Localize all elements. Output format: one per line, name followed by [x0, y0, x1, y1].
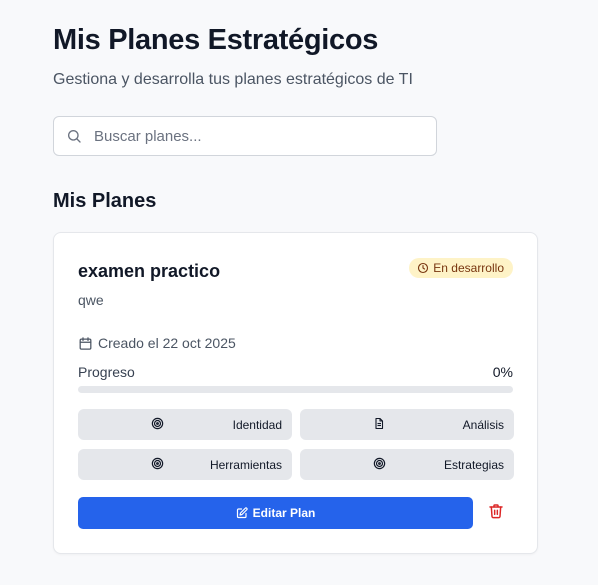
- delete-plan-button[interactable]: [488, 503, 508, 523]
- module-button-identidad[interactable]: Identidad: [78, 409, 292, 440]
- section-title: Mis Planes: [53, 190, 157, 212]
- target-icon: [151, 417, 164, 430]
- status-label: En desarrollo: [433, 261, 504, 275]
- status-badge: En desarrollo: [409, 258, 513, 278]
- page-title: Mis Planes Estratégicos: [53, 24, 379, 56]
- calendar-icon: [79, 336, 92, 350]
- progress-value: 0%: [492, 364, 513, 380]
- progress-label: Progreso: [78, 364, 135, 380]
- progress-bar: [78, 386, 513, 393]
- created-label: Creado el 22 oct 2025: [98, 335, 236, 351]
- plan-name: examen practico: [78, 261, 221, 281]
- created-date: Creado el 22 oct 2025: [78, 335, 236, 351]
- target-icon: [151, 457, 164, 470]
- search-box[interactable]: [53, 116, 437, 156]
- page-subtitle: Gestiona y desarrolla tus planes estraté…: [53, 71, 413, 88]
- search-icon: [68, 130, 81, 143]
- module-label: Estrategias: [443, 458, 504, 472]
- module-button-herramientas[interactable]: Herramientas: [78, 449, 292, 480]
- document-icon: [375, 417, 384, 430]
- edit-icon: [236, 507, 248, 519]
- edit-plan-label: Editar Plan: [252, 506, 316, 520]
- plan-card: examen practico En desarrollo qwe Creado…: [53, 232, 538, 554]
- clock-icon: [418, 262, 429, 274]
- module-button-analisis[interactable]: Análisis: [300, 409, 514, 440]
- trash-icon: [489, 504, 503, 519]
- target-icon: [373, 457, 386, 470]
- search-input[interactable]: [94, 117, 424, 155]
- module-label: Análisis: [462, 418, 504, 432]
- module-button-estrategias[interactable]: Estrategias: [300, 449, 514, 480]
- module-label: Identidad: [232, 418, 282, 432]
- plan-description: qwe: [78, 292, 104, 308]
- module-label: Herramientas: [209, 458, 282, 472]
- edit-plan-button[interactable]: Editar Plan: [78, 497, 473, 529]
